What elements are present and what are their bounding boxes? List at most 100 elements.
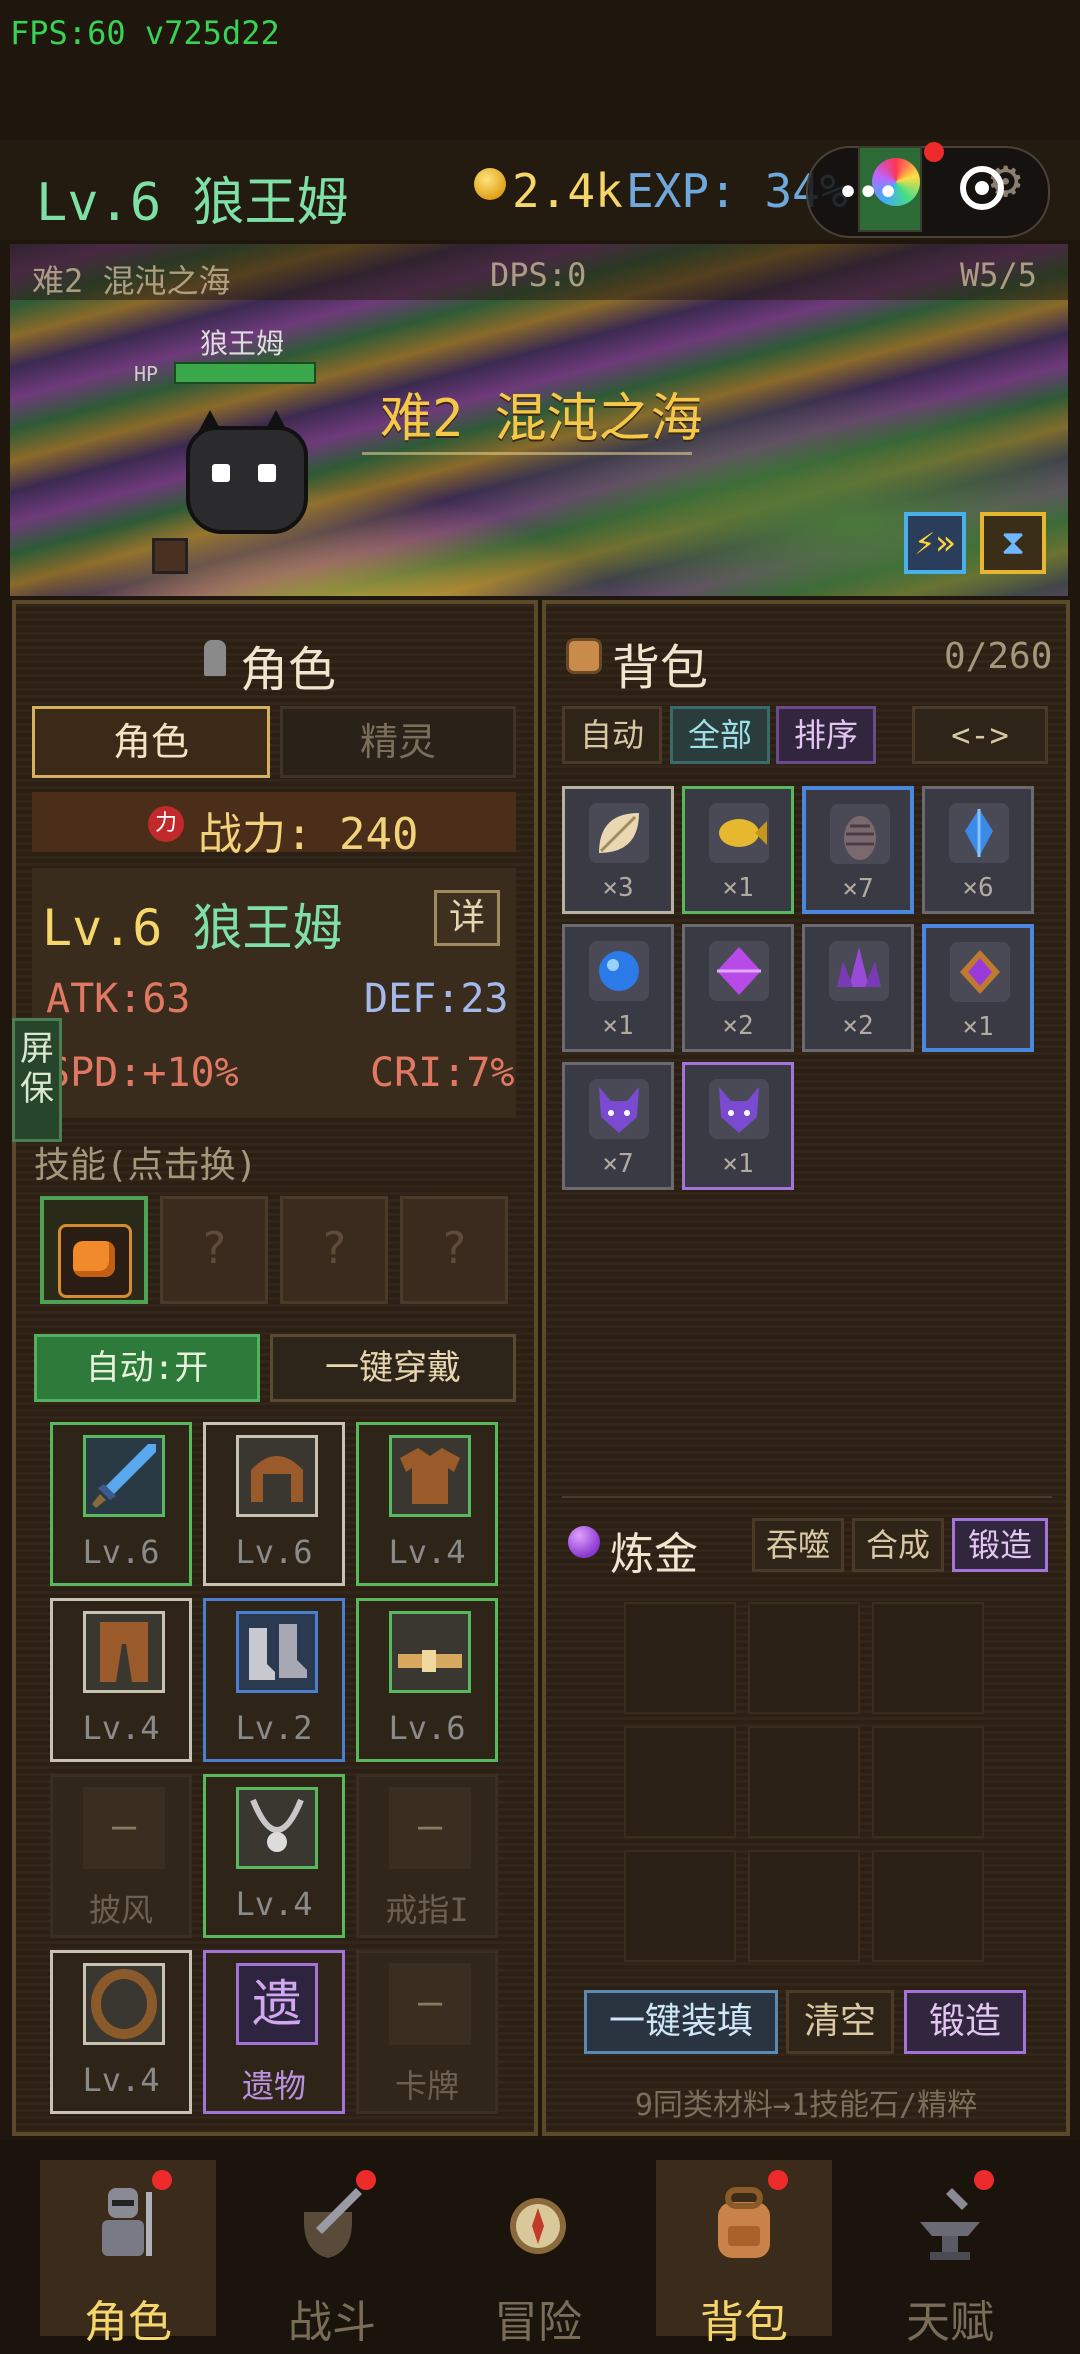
more-menu-button[interactable]: ••• [836,170,900,216]
equip-slot-helmet[interactable]: Lv.6 [203,1422,345,1586]
inventory-item[interactable]: ×6 [922,786,1034,914]
belt-icon [389,1611,471,1693]
empty-slot-icon: – [389,1963,471,2045]
alchemy-slot[interactable] [748,1850,860,1962]
stage-title-underline [362,452,692,455]
armor-icon [389,1435,471,1517]
alchemy-slot[interactable] [748,1602,860,1714]
tab-character[interactable]: 角色 [32,706,270,778]
equip-slot-pants[interactable]: Lv.4 [50,1598,192,1762]
equip-slot-cloak[interactable]: – 披风 [50,1774,192,1938]
notification-dot [152,2170,172,2190]
equip-slot-necklace[interactable]: Lv.4 [203,1774,345,1938]
auto-toggle[interactable]: 自动:开 [34,1334,260,1402]
sort-button[interactable]: 排序 [776,706,876,764]
inventory-item[interactable]: ×1 [682,1062,794,1190]
skill-slot-2[interactable]: ? [160,1196,268,1304]
stage-title: 难2 混沌之海 [380,389,703,449]
inventory-item[interactable]: ×1 [682,786,794,914]
next-page-button[interactable]: > [990,716,1009,754]
nav-talent[interactable]: 天赋 [862,2160,1038,2348]
alchemy-slot[interactable] [624,1602,736,1714]
equip-slot-card[interactable]: – 卡牌 [356,1950,498,2114]
gold-coin-icon [474,168,506,200]
close-capsule-icon[interactable] [960,166,1004,210]
knight-icon [204,640,226,676]
stat-atk: ATK:63 [46,976,191,1022]
alchemy-slot[interactable] [624,1850,736,1962]
purple-gem-icon [709,941,769,1001]
inventory-item[interactable]: ×1 [922,924,1034,1052]
wolf-head-icon [709,1079,769,1139]
inventory-item[interactable]: ×3 [562,786,674,914]
filter-auto[interactable]: 自动 [562,706,662,764]
alchemy-title: 炼金 [610,1529,698,1580]
alchemy-slot[interactable] [872,1850,984,1962]
notification-dot [768,2170,788,2190]
nav-battle[interactable]: 战斗 [244,2160,420,2348]
filter-all[interactable]: 全部 [670,706,770,764]
backpack-capacity: 0/260 [944,636,1053,677]
prev-page-button[interactable]: < [951,716,970,754]
alchemy-slot[interactable] [872,1602,984,1714]
nav-adventure[interactable]: 冒险 [450,2160,626,2348]
alchemy-slot[interactable] [872,1726,984,1838]
skill-slot-4[interactable]: ? [400,1196,508,1304]
speed-up-button[interactable]: ⚡» [904,512,966,574]
mode-combine[interactable]: 合成 [852,1518,944,1572]
fist-icon [58,1224,132,1298]
clear-button[interactable]: 清空 [786,1990,894,2054]
sword-shield-icon [298,2182,366,2262]
leaf-icon [589,803,649,863]
anvil-icon [916,2182,984,2262]
backpack-icon [710,2182,778,2262]
inventory-item[interactable]: ×2 [802,924,914,1052]
fill-all-button[interactable]: 一键装填 [584,1990,778,2054]
inventory-item[interactable]: ×7 [802,786,914,914]
hp-label: HP [134,362,159,386]
equip-all-button[interactable]: 一键穿戴 [270,1334,516,1402]
purple-crystal-icon [829,941,889,1001]
alchemy-slot[interactable] [748,1726,860,1838]
dps-readout: DPS:0 [490,256,587,294]
empty-slot-icon: – [389,1787,471,1869]
tab-spirit[interactable]: 精灵 [280,706,516,778]
inventory-item[interactable]: ×7 [562,1062,674,1190]
enemy-eye [258,464,276,482]
detail-button[interactable]: 详 [434,890,500,946]
player-level-name: Lv.6 狼王姆 [36,160,349,235]
enemy-drop-icon [152,538,188,574]
wolf-head-icon [589,1079,649,1139]
alchemy-slot[interactable] [624,1726,736,1838]
mode-forge[interactable]: 锻造 [952,1518,1048,1572]
equip-slot-relic[interactable]: 遗 遗物 [203,1950,345,2114]
equip-slot-ring-2[interactable]: Lv.4 [50,1950,192,2114]
player-name: 狼王姆 [192,173,349,233]
stat-spd: SPD:+10% [46,1050,239,1096]
equip-slot-armor[interactable]: Lv.4 [356,1422,498,1586]
enemy-sprite [186,426,308,534]
screensaver-tab[interactable]: 屏保 [12,1018,62,1142]
mode-devour[interactable]: 吞噬 [752,1518,844,1572]
battle-stage-label: 难2 混沌之海 [32,262,231,300]
skill-slot-3[interactable]: ? [280,1196,388,1304]
inventory-item[interactable]: ×2 [682,924,794,1052]
equip-slot-ring-1[interactable]: – 戒指I [356,1774,498,1938]
equip-slot-boots[interactable]: Lv.2 [203,1598,345,1762]
wave-counter: W5/5 [960,256,1038,294]
player-level: Lv.6 [36,173,162,233]
nav-character[interactable]: 角色 [40,2160,216,2348]
inventory-item[interactable]: ×1 [562,924,674,1052]
notification-dot [924,142,944,162]
blue-orb-icon [589,941,649,1001]
pinecone-icon [830,804,890,864]
forge-button[interactable]: 锻造 [904,1990,1026,2054]
equip-slot-belt[interactable]: Lv.6 [356,1598,498,1762]
notification-dot [356,2170,376,2190]
character-panel-title: 角色 [240,642,337,698]
nav-backpack[interactable]: 背包 [656,2160,832,2348]
boots-icon [236,1611,318,1693]
page-nav: <-> [912,706,1048,764]
equip-slot-weapon[interactable]: Lv.6 [50,1422,192,1586]
hourglass-button[interactable]: ⧗ [980,512,1046,574]
